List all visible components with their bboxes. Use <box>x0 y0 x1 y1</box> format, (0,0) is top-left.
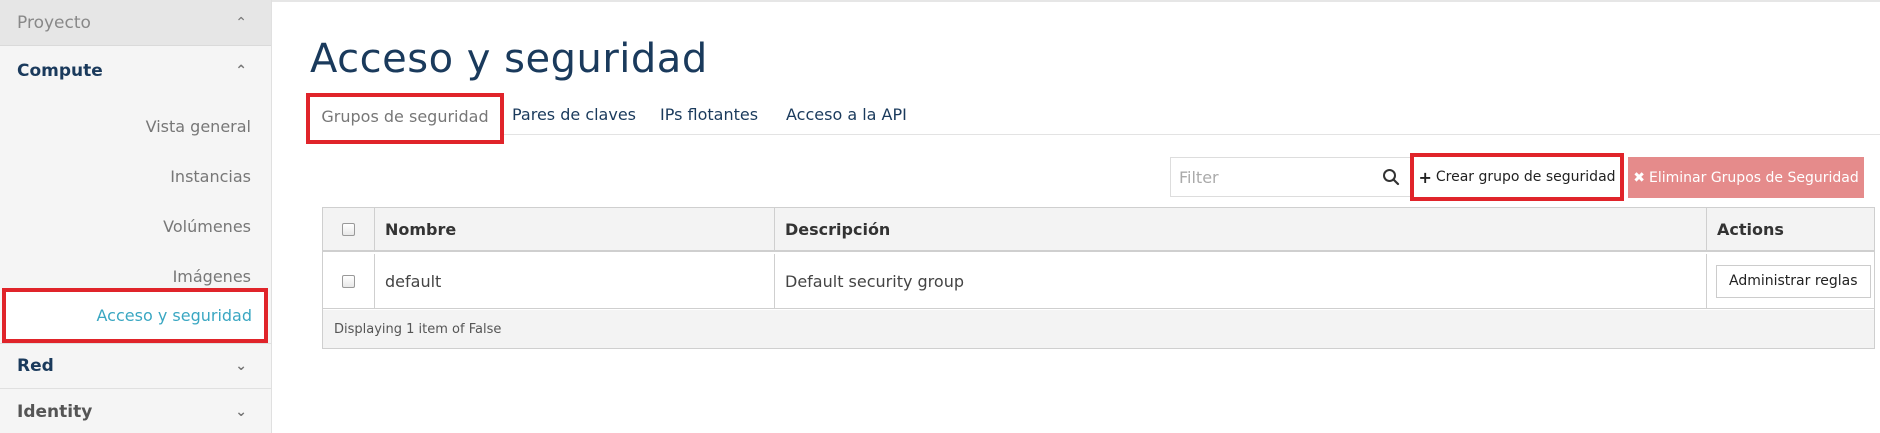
sidebar-section-label: Identity <box>17 401 93 422</box>
table-row: default Default security group Administr… <box>323 254 1874 309</box>
security-groups-table: Nombre Descripción Actions default Defau… <box>322 207 1875 349</box>
manage-rules-button[interactable]: Administrar reglas <box>1716 264 1871 298</box>
filter-box <box>1170 157 1411 197</box>
create-security-group-label: Crear grupo de seguridad <box>1435 169 1616 185</box>
chevron-down-icon: ⌄ <box>235 403 247 420</box>
tab-grupos-de-seguridad[interactable]: Grupos de seguridad <box>306 93 504 144</box>
column-header-actions: Actions <box>1717 219 1784 239</box>
top-divider <box>272 0 1880 2</box>
sidebar-item-label: Imágenes <box>172 266 251 286</box>
column-header-name[interactable]: Nombre <box>375 208 775 250</box>
select-all-cell <box>323 208 375 250</box>
delete-security-groups-label: Eliminar Grupos de Seguridad <box>1649 169 1859 186</box>
sidebar-section-red[interactable]: Red ⌄ <box>0 343 271 389</box>
sidebar-section-label: Compute <box>17 60 103 81</box>
tab-acceso-a-la-api[interactable]: Acceso a la API <box>786 95 907 135</box>
tab-pares-de-claves[interactable]: Pares de claves <box>512 95 636 135</box>
chevron-up-icon: ⌃ <box>235 62 247 79</box>
sidebar-section-label: Red <box>17 356 54 376</box>
plus-icon: + <box>1418 167 1432 187</box>
sidebar-section-proyecto[interactable]: Proyecto ⌃ <box>0 0 271 46</box>
search-icon[interactable] <box>1382 168 1400 186</box>
table-footer: Displaying 1 item of False <box>323 310 1874 348</box>
sidebar-item-label: Volúmenes <box>163 216 251 236</box>
tab-bar: Grupos de seguridad Pares de claves IPs … <box>306 93 1880 144</box>
row-select-cell <box>323 254 375 308</box>
column-header-description[interactable]: Descripción <box>775 208 1707 250</box>
sidebar-section-label: Proyecto <box>17 12 91 33</box>
page-title: Acceso y seguridad <box>310 36 708 82</box>
row-description: Default security group <box>775 254 1707 308</box>
sidebar-item-instancias[interactable]: Instancias <box>0 152 271 200</box>
row-actions: Administrar reglas <box>1707 254 1874 308</box>
create-security-group-button[interactable]: + Crear grupo de seguridad <box>1410 153 1624 201</box>
row-name: default <box>375 254 775 308</box>
filter-input[interactable] <box>1171 158 1371 196</box>
row-checkbox[interactable] <box>342 274 355 288</box>
sidebar: Proyecto ⌃ Compute ⌃ Vista general Insta… <box>0 0 272 433</box>
sidebar-section-compute[interactable]: Compute ⌃ <box>0 47 271 94</box>
sidebar-item-volumenes[interactable]: Volúmenes <box>0 202 271 250</box>
close-icon: ✖ <box>1633 169 1646 186</box>
sidebar-item-acceso-y-seguridad[interactable]: Acceso y seguridad <box>2 288 268 343</box>
sidebar-section-identity[interactable]: Identity ⌄ <box>0 390 271 433</box>
table-header-row: Nombre Descripción Actions <box>323 208 1874 252</box>
sidebar-item-vista-general[interactable]: Vista general <box>0 102 271 150</box>
tab-ips-flotantes[interactable]: IPs flotantes <box>660 95 758 135</box>
sidebar-item-label: Vista general <box>145 116 251 136</box>
chevron-up-icon: ⌃ <box>235 14 247 31</box>
chevron-down-icon: ⌄ <box>235 358 247 374</box>
sidebar-item-label: Instancias <box>170 166 251 186</box>
select-all-checkbox[interactable] <box>342 222 355 236</box>
sidebar-item-label: Acceso y seguridad <box>96 306 252 325</box>
delete-security-groups-button[interactable]: ✖ Eliminar Grupos de Seguridad <box>1628 157 1864 198</box>
